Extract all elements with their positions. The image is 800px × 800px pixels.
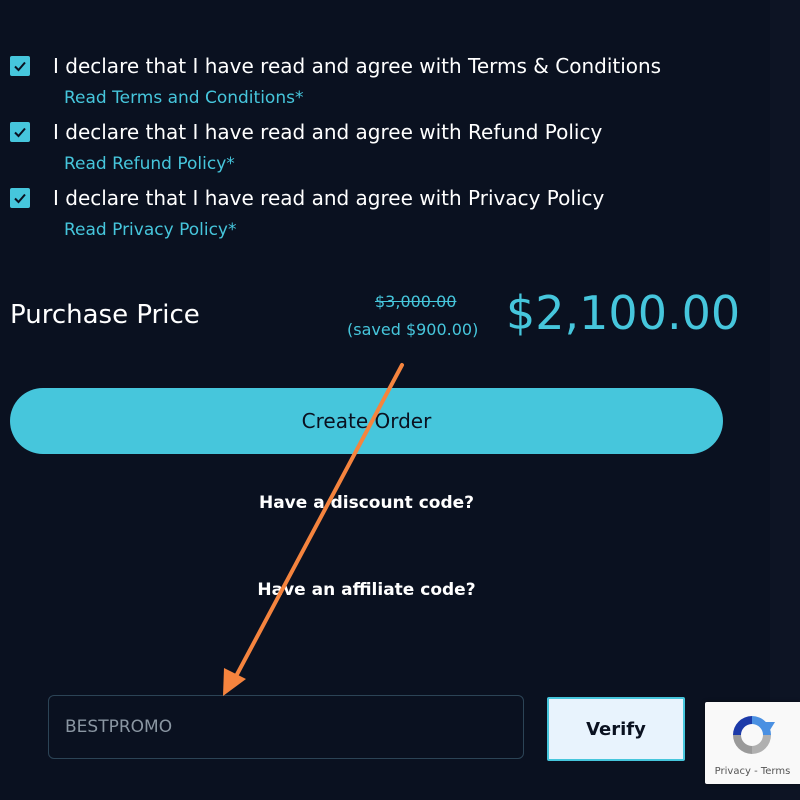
checkmark-icon bbox=[14, 61, 26, 72]
read-terms-link[interactable]: Read Terms and Conditions* bbox=[64, 88, 303, 108]
recaptcha-links: Privacy - Terms bbox=[705, 766, 800, 777]
right-edge-panel bbox=[770, 0, 800, 800]
original-price: $3,000.00 bbox=[375, 292, 457, 311]
agreement-privacy[interactable]: I declare that I have read and agree wit… bbox=[10, 183, 604, 213]
recaptcha-privacy-link[interactable]: Privacy bbox=[715, 766, 751, 777]
recaptcha-icon bbox=[733, 716, 775, 754]
affiliate-code-input[interactable] bbox=[48, 695, 524, 759]
recaptcha-separator: - bbox=[750, 766, 761, 777]
agreement-refund[interactable]: I declare that I have read and agree wit… bbox=[10, 117, 602, 147]
checkmark-icon bbox=[14, 193, 26, 204]
affiliate-code-toggle[interactable]: Have an affiliate code? bbox=[10, 580, 723, 600]
refund-checkbox[interactable] bbox=[10, 122, 30, 142]
agreement-privacy-label: I declare that I have read and agree wit… bbox=[53, 186, 605, 210]
discount-code-toggle[interactable]: Have a discount code? bbox=[10, 493, 723, 513]
terms-checkbox[interactable] bbox=[10, 56, 30, 76]
recaptcha-badge[interactable]: Privacy - Terms bbox=[705, 702, 800, 784]
read-privacy-link[interactable]: Read Privacy Policy* bbox=[64, 220, 236, 240]
create-order-button[interactable]: Create Order bbox=[10, 388, 723, 454]
read-refund-link[interactable]: Read Refund Policy* bbox=[64, 154, 235, 174]
agreement-terms-label: I declare that I have read and agree wit… bbox=[53, 54, 662, 78]
savings-amount: (saved $900.00) bbox=[347, 320, 479, 339]
recaptcha-terms-link[interactable]: Terms bbox=[761, 766, 790, 777]
verify-button[interactable]: Verify bbox=[547, 697, 685, 761]
agreement-refund-label: I declare that I have read and agree wit… bbox=[53, 120, 603, 144]
checkmark-icon bbox=[14, 127, 26, 138]
purchase-price-label: Purchase Price bbox=[10, 300, 200, 330]
current-price: $2,100.00 bbox=[506, 286, 741, 340]
privacy-checkbox[interactable] bbox=[10, 188, 30, 208]
agreement-terms[interactable]: I declare that I have read and agree wit… bbox=[10, 51, 661, 81]
